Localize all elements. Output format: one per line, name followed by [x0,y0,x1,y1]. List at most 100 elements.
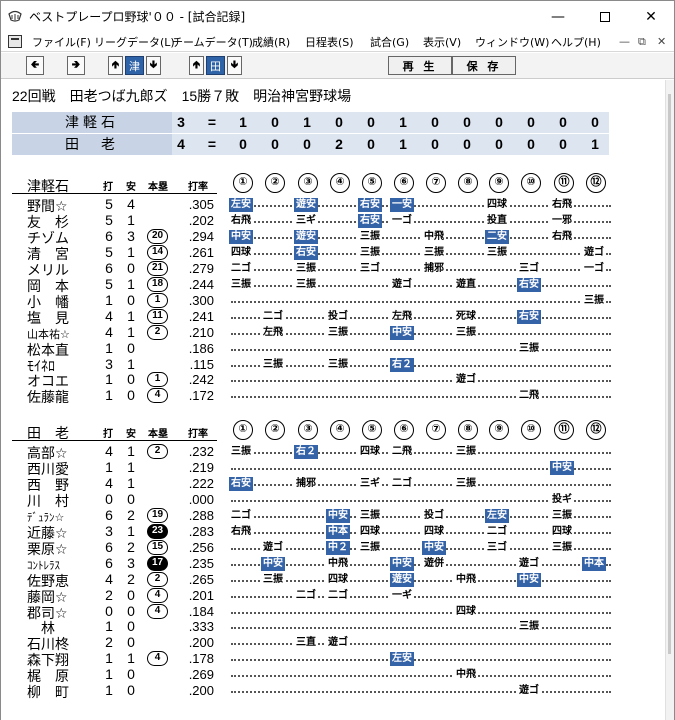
hit-result: 遊安 [294,229,318,244]
linescore-inning: 0 [335,114,343,130]
batting-average: .242 [188,372,214,388]
linescore-inning: 1 [591,136,599,152]
row-dot-leader [231,332,611,335]
mdi-minimize-icon[interactable]: — [619,35,630,48]
away-team-button[interactable]: 津 [125,56,144,75]
inning-header: ⑪ [554,420,574,440]
vertical-scrollbar[interactable] [665,80,674,720]
baseball-app-icon [8,10,22,22]
play-button[interactable]: 再 生 [388,56,452,75]
away-up-button[interactable]: 🢁 [108,56,123,75]
at-bat-result: 三振 [294,261,318,276]
at-bat-result: 三ゴ [358,261,382,276]
menu-item[interactable]: ヘルプ(H) [551,34,601,50]
menu-item[interactable]: ウィンドウ(W) [475,34,549,50]
minimize-button[interactable]: — [535,1,581,32]
menu-item[interactable]: リーグデータ(L) [94,34,175,50]
hits: 1 [127,211,135,228]
at-bats: 1 [105,458,113,475]
at-bats: 1 [105,666,113,683]
inning-header: ⑩ [521,173,541,193]
menu-item[interactable]: 日程表(S) [305,34,354,50]
inning-header: ⑥ [394,173,414,193]
inning-header: ⑫ [586,173,606,193]
homerun-count: 1 [147,372,168,388]
at-bat-result: 遊ゴ [454,373,478,388]
homerun-count: 4 [147,651,168,667]
home-up-button[interactable]: 🢁 [189,56,204,75]
at-bat-result: 三直 [294,636,318,651]
hits: 0 [127,586,135,603]
hit-result: 左安 [229,198,253,212]
hit-result: 右安 [229,476,253,491]
inning-header: ⑩ [521,420,541,440]
at-bat-result: 遊併 [422,556,446,571]
batting-average: .172 [188,388,214,404]
close-button[interactable]: ✕ [628,1,674,32]
row-dot-leader [231,643,611,646]
inning-header: ⑦ [426,420,446,440]
batting-average: .288 [188,507,214,523]
inning-header: ⑪ [554,173,574,193]
document-icon[interactable] [8,35,22,48]
inning-header: ③ [298,173,318,193]
hit-result: 中安 [390,325,414,340]
menu-item[interactable]: 成績(R) [252,34,290,50]
at-bats: 1 [105,371,113,388]
mdi-restore-icon[interactable]: ⧉ [638,35,646,49]
row-dot-leader [231,284,611,287]
hits: 3 [127,227,135,244]
at-bats-header: 打 [103,182,113,193]
hits: 1 [127,243,135,260]
at-bat-result: 四球 [485,198,509,212]
player-name: 柳 町 [27,684,69,701]
batting-average: .222 [188,475,214,491]
at-bat-result: 右飛 [229,524,253,539]
mdi-close-icon[interactable]: ✕ [657,35,666,48]
at-bat-result: 三振 [517,620,541,635]
at-bat-result: 三振 [550,508,574,523]
hit-result: 右２ [294,445,318,459]
at-bat-result: 右飛 [229,213,253,228]
at-bat-result: 遊ゴ [326,636,350,651]
player-name: 佐藤龍 [27,389,69,406]
prev-button[interactable]: 🢀 [26,56,44,75]
menu-item[interactable]: チームデータ(T) [172,34,253,50]
linescore-team: 津軽石 [12,112,172,133]
at-bat-result: 四球 [550,524,574,539]
row-dot-leader [231,579,611,582]
menu-bar: ファイル(F) リーグデータ(L) チームデータ(T) 成績(R) 日程表(S) 試合(G… [1,32,674,52]
close-icon: ✕ [645,8,657,25]
batting-average: .202 [188,212,214,228]
save-button[interactable]: 保 存 [452,56,516,75]
maximize-button[interactable] [582,1,628,32]
homerun-count: 17 [147,555,168,571]
home-team-button[interactable]: 田 [206,56,225,75]
at-bats: 6 [105,506,113,523]
menu-item[interactable]: ファイル(F) [32,34,91,50]
linescore-inning: 0 [559,136,567,152]
linescore-inning: 0 [271,114,279,130]
home-down-button[interactable]: 🢃 [227,56,242,75]
next-button[interactable]: 🢂 [67,56,85,75]
title-bar[interactable]: ベストプレープロ野球'００ - [試合記録] — ✕ [1,1,674,32]
scrollbar-thumb[interactable] [668,94,671,654]
linescore-inning: 0 [367,114,375,130]
batting-average: .256 [188,539,214,555]
hits: 2 [127,538,135,555]
menu-item[interactable]: 試合(G) [370,34,409,50]
hit-result: 中安 [261,556,285,571]
hits: 1 [127,474,135,491]
at-bat-result: 四球 [454,604,478,619]
hit-result: 右安 [517,309,541,324]
away-down-button[interactable]: 🢃 [146,56,161,75]
inning-header: ③ [298,420,318,440]
game-record-panel: 22回戦 田老つば九郎ズ 15勝７敗 明治神宮野球場 津軽石 3 = 1 0 1 0 0 1 0 0… [1,80,665,720]
homerun-count: 21 [147,260,168,276]
hits: 0 [127,666,135,683]
hit-result: 左安 [390,652,414,667]
at-bat-result: 三振 [358,540,382,555]
at-bat-result: 三振 [358,245,382,260]
menu-item[interactable]: 表示(V) [423,34,461,50]
batting-average: .184 [188,603,214,619]
